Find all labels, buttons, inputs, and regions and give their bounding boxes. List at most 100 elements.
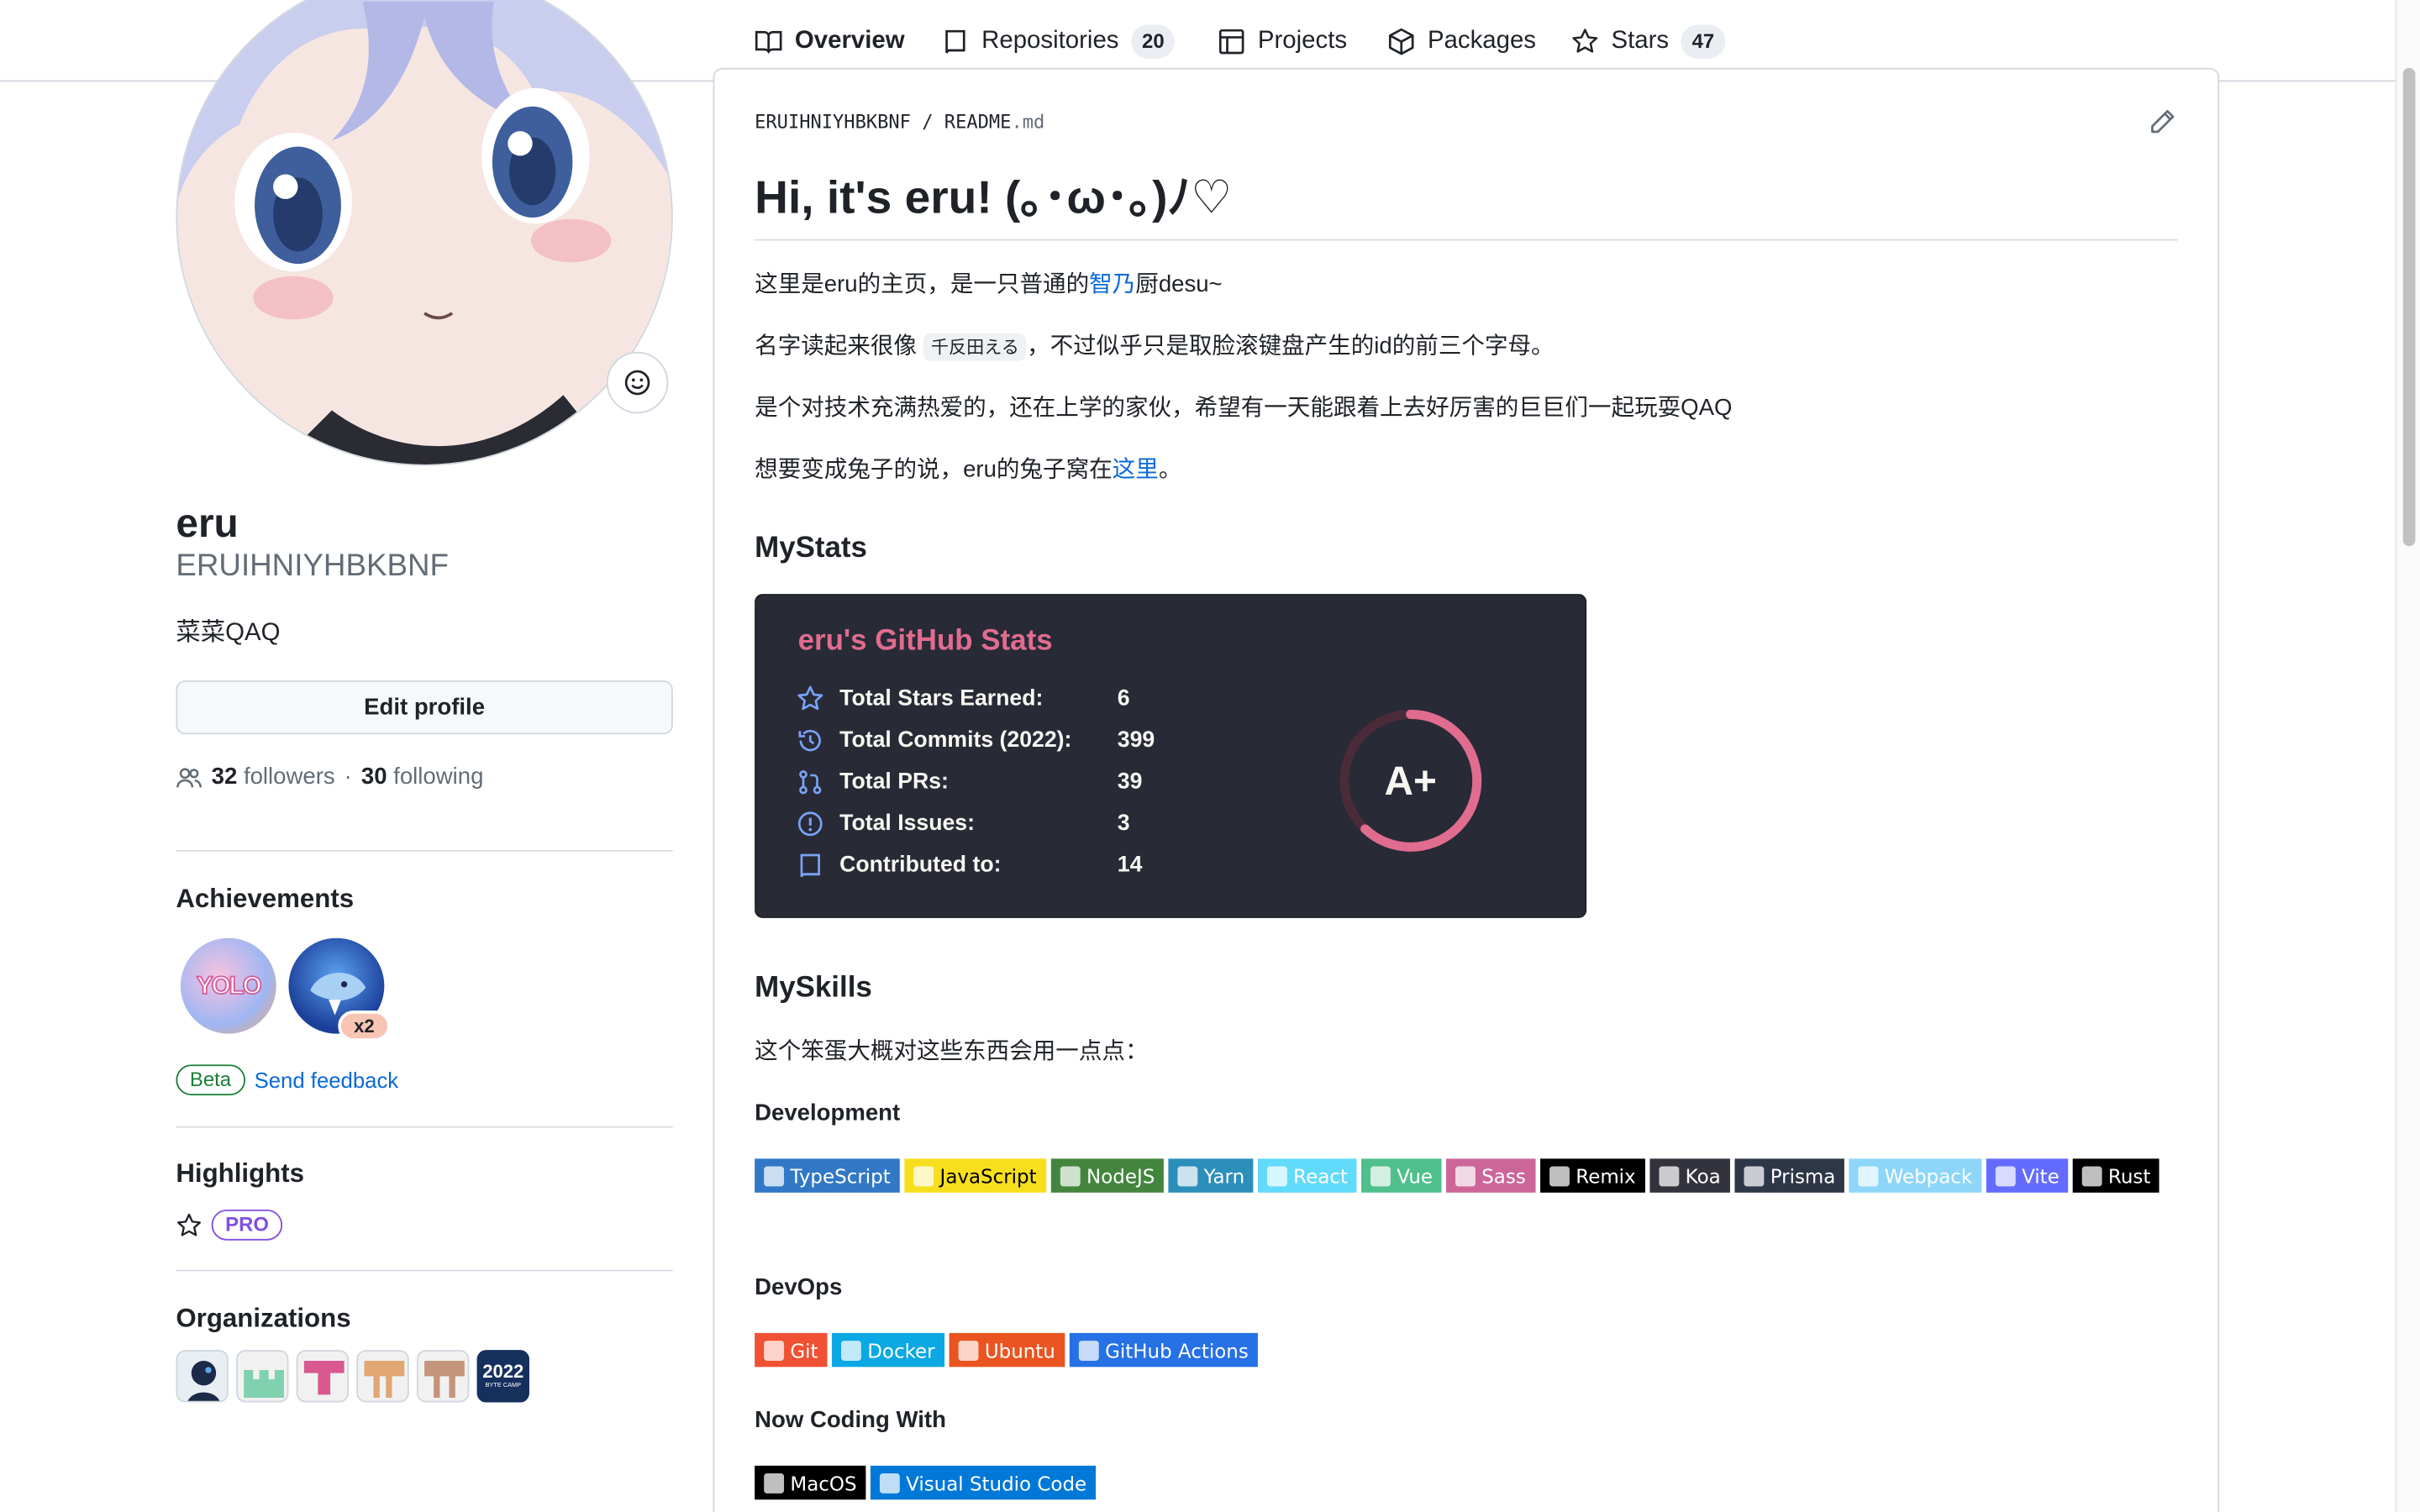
shield-remix[interactable]: Remix [1540, 1158, 1645, 1193]
shield-ubuntu[interactable]: Ubuntu [949, 1332, 1065, 1368]
tab-stars-label: Stars [1611, 27, 1670, 54]
paragraph-2-text-b: ，不过似乎只是取脸滚键盘产生的id的前三个字母。 [1027, 333, 1555, 360]
organization-avatar[interactable] [356, 1350, 409, 1403]
shield-label: Remix [1576, 1163, 1636, 1188]
shield-rust[interactable]: Rust [2072, 1158, 2160, 1193]
shield-yarn[interactable]: Yarn [1168, 1158, 1255, 1193]
org-avatar-art [364, 1360, 405, 1399]
organization-avatar[interactable] [236, 1350, 289, 1403]
shield-label: Vite [2022, 1163, 2060, 1188]
vertical-scrollbar[interactable] [2395, 0, 2420, 1512]
pro-badge: PRO [211, 1209, 283, 1241]
shield-label: Git [790, 1338, 818, 1362]
shield-label: NodeJS [1086, 1163, 1155, 1188]
repo-icon [800, 853, 820, 878]
org-avatar-art [187, 1360, 220, 1401]
repo-icon [945, 29, 965, 53]
shield-nodejs[interactable]: NodeJS [1050, 1158, 1165, 1193]
following-label: following [393, 764, 484, 790]
rabbit-nest-link[interactable]: 这里 [1113, 457, 1159, 483]
shield-label: TypeScript [790, 1163, 891, 1188]
coding-heading: Now Coding With [755, 1407, 946, 1434]
shield-vite[interactable]: Vite [1986, 1158, 2069, 1193]
shield-sass[interactable]: Sass [1445, 1158, 1535, 1193]
org-badge-year: 2022 [482, 1360, 524, 1383]
breadcrumb: ERUIHNIYHBKBNF / README.md [755, 108, 1044, 136]
shield-macos[interactable]: MacOS [755, 1465, 866, 1500]
myskills-heading: MySkills [755, 972, 872, 1005]
stats-value: 6 [1117, 686, 1130, 711]
organization-avatar[interactable] [416, 1350, 470, 1403]
inline-code: 千反田える [923, 333, 1028, 361]
shield-logo-icon [1455, 1165, 1476, 1186]
avatar[interactable] [176, 0, 673, 466]
stats-row-contributed: Contributed to: 14 [797, 848, 1142, 882]
tab-packages-label: Packages [1427, 27, 1537, 54]
shield-webpack[interactable]: Webpack [1849, 1158, 1982, 1193]
heading-divider [755, 239, 2178, 241]
shield-logo-icon [764, 1340, 785, 1361]
stats-value: 399 [1117, 727, 1155, 753]
send-feedback-link[interactable]: Send feedback [255, 1068, 399, 1092]
shield-visual-studio-code[interactable]: Visual Studio Code [870, 1465, 1097, 1500]
followers-link[interactable]: 32 followers [212, 762, 335, 793]
followers-label: followers [243, 764, 335, 790]
history-icon [798, 729, 821, 752]
shield-label: Webpack [1884, 1163, 1973, 1188]
achievement-yolo-badge[interactable]: YOLO [180, 937, 276, 1034]
breadcrumb-file-ext: .md [1011, 111, 1045, 133]
shield-label: JavaScript [939, 1163, 1037, 1188]
organization-avatar[interactable] [176, 1350, 229, 1403]
shield-javascript[interactable]: JavaScript [904, 1158, 1046, 1193]
chino-link[interactable]: 智乃 [1089, 271, 1135, 297]
divider [176, 850, 673, 852]
shield-label: Rust [2107, 1163, 2151, 1188]
shield-logo-icon [913, 1165, 934, 1186]
shield-label: MacOS [790, 1471, 857, 1494]
shield-docker[interactable]: Docker [831, 1332, 944, 1368]
org-badge-sub: BYTE CAMP [485, 1380, 522, 1389]
shield-logo-icon [1659, 1165, 1680, 1186]
shield-vue[interactable]: Vue [1360, 1158, 1443, 1193]
stats-row-issues: Total Issues: 3 [797, 807, 1130, 841]
organization-avatar[interactable] [296, 1350, 350, 1403]
stats-label: Contributed to: [839, 853, 1002, 879]
paragraph-4-text-a: 想要变成兔子的说，eru的兔子窝在 [755, 456, 1113, 483]
shield-react[interactable]: React [1257, 1158, 1357, 1193]
shield-logo-icon [841, 1340, 861, 1361]
set-status-button[interactable] [606, 351, 669, 414]
shield-logo-icon [1078, 1340, 1099, 1361]
org-avatar-art [303, 1360, 345, 1395]
readme-paragraph-4: 想要变成兔子的说，eru的兔子窝在这里。 [755, 454, 1181, 487]
shield-logo-icon [764, 1473, 785, 1494]
shield-typescript[interactable]: TypeScript [755, 1158, 900, 1193]
star-icon [797, 685, 823, 711]
breadcrumb-file[interactable]: README.md [944, 111, 1044, 133]
shield-label: Prisma [1770, 1163, 1836, 1188]
shield-github-actions[interactable]: GitHub Actions [1069, 1332, 1258, 1368]
breadcrumb-separator: / [922, 111, 934, 133]
scrollbar-thumb[interactable] [2402, 67, 2416, 547]
shield-logo-icon [1995, 1165, 2016, 1186]
shield-prisma[interactable]: Prisma [1734, 1158, 1845, 1193]
shield-logo-icon [1370, 1165, 1391, 1186]
profile-bio: 菜菜QAQ [176, 620, 281, 647]
star-icon [176, 1212, 202, 1236]
breadcrumb-owner[interactable]: ERUIHNIYHBKBNF [755, 111, 911, 133]
profile-login: ERUIHNIYHBKBNF [176, 549, 449, 584]
readme-paragraph-3: 是个对技术充满热爱的，还在上学的家伙，希望有一天能跟着上去好厉害的巨巨们一起玩耍… [755, 395, 1733, 422]
edit-readme-button[interactable] [2149, 108, 2180, 139]
github-stats-card[interactable]: eru's GitHub Stats Total Stars Earned: 6… [755, 594, 1587, 918]
shield-koa[interactable]: Koa [1649, 1158, 1730, 1193]
following-link[interactable]: 30 following [361, 762, 484, 793]
following-count: 30 [360, 764, 387, 790]
beta-badge: Beta [176, 1064, 245, 1096]
shield-logo-icon [764, 1165, 785, 1186]
svg-text:YOLO: YOLO [197, 972, 261, 1000]
shield-git[interactable]: Git [755, 1332, 828, 1368]
achievements-title[interactable]: Achievements [176, 881, 354, 918]
edit-profile-button[interactable]: Edit profile [176, 680, 673, 735]
development-heading: Development [755, 1100, 901, 1126]
organization-avatar[interactable]: 2022 BYTE CAMP [476, 1350, 529, 1403]
stats-row-commits: Total Commits (2022): 399 [797, 723, 1155, 757]
